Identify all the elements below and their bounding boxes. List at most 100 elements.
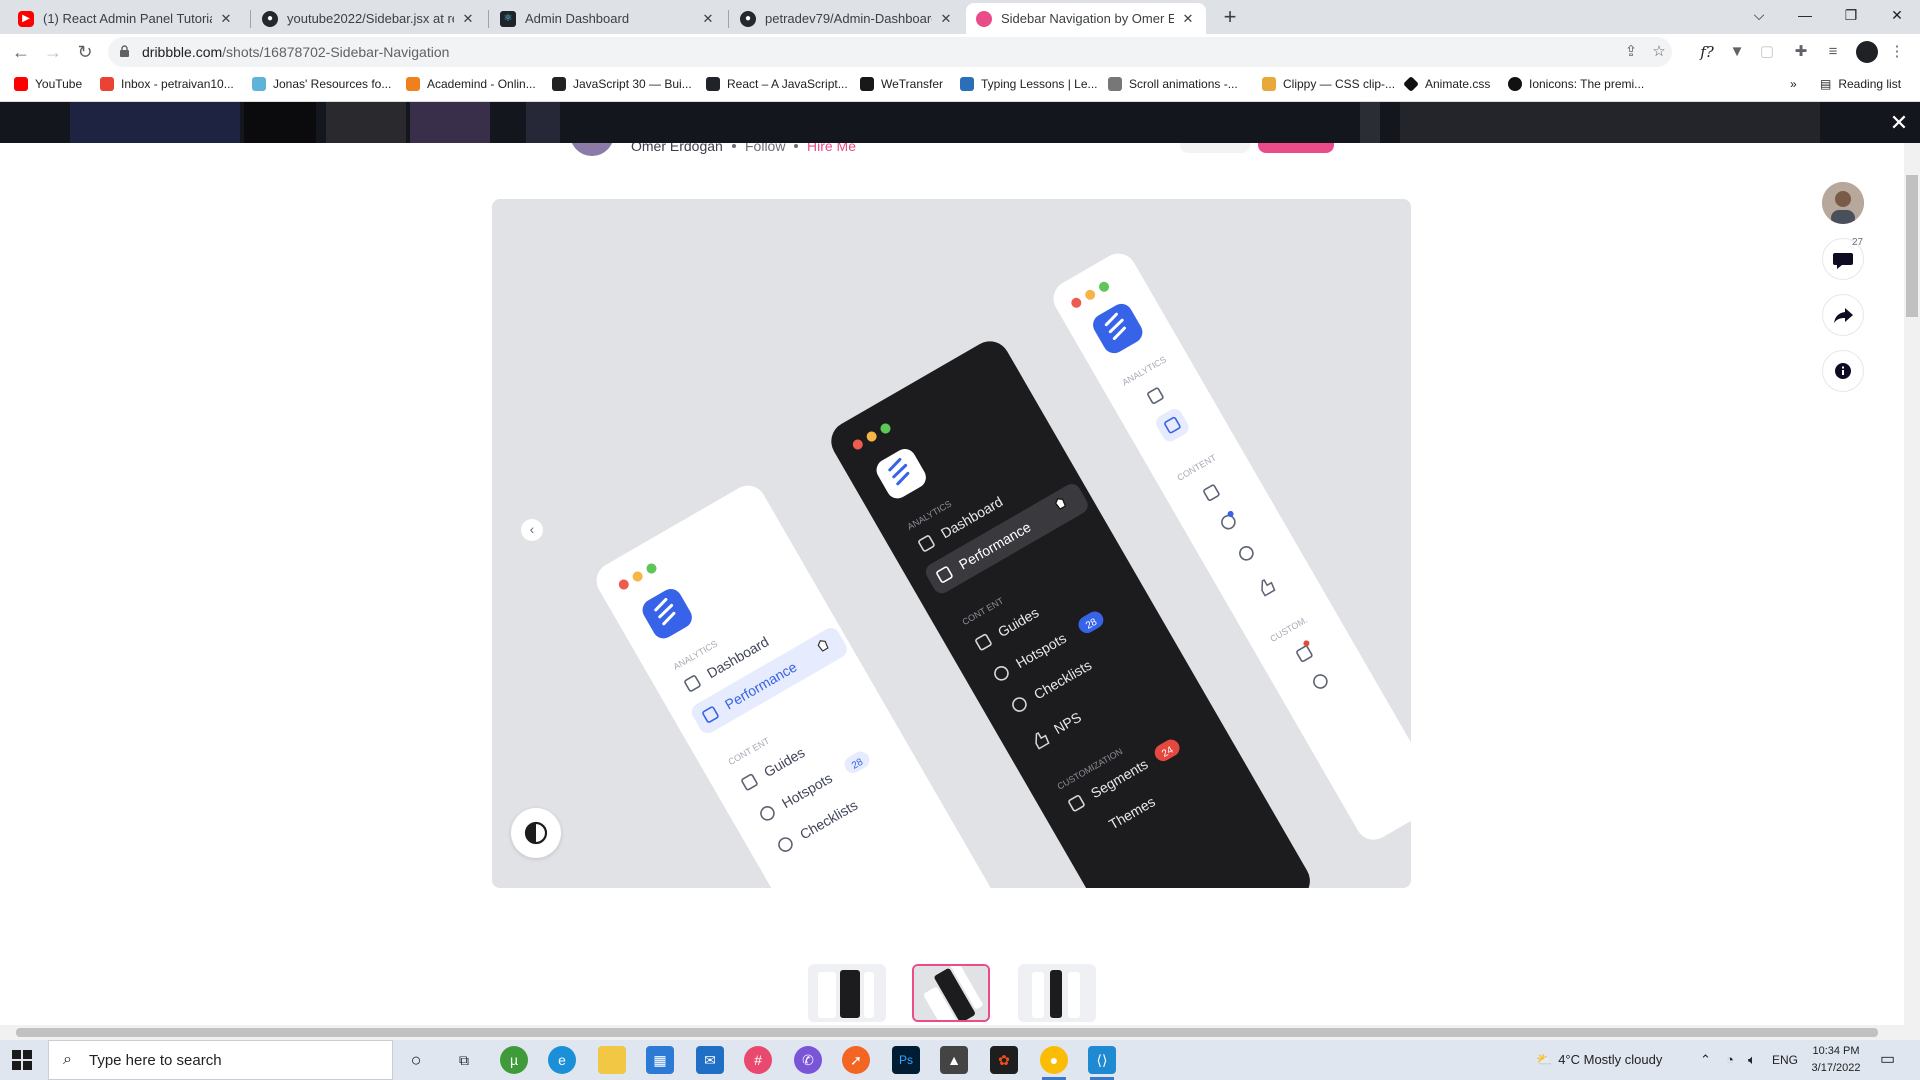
- bookmark-gmail[interactable]: Inbox - petraivan10...: [100, 77, 234, 91]
- bookmark-scroll-animations[interactable]: Scroll animations -...: [1108, 77, 1238, 91]
- background-shot: [70, 102, 240, 143]
- bookmarks-bar: YouTube Inbox - petraivan10... Jonas' Re…: [0, 70, 1920, 102]
- sidebar-navigation-artwork: ANALYTICS Dashboard Performance CONT ENT…: [596, 253, 1411, 888]
- tab-dribbble[interactable]: Sidebar Navigation by Omer Erd ✕: [966, 3, 1206, 34]
- network-icon[interactable]: ◔: [1726, 1040, 1734, 1080]
- edge-icon[interactable]: e: [548, 1046, 576, 1074]
- info-button[interactable]: [1822, 350, 1864, 392]
- back-button[interactable]: ←: [8, 39, 34, 65]
- clippy-icon: [1262, 77, 1276, 91]
- wetransfer-icon: [860, 77, 874, 91]
- vertical-scrollbar-thumb[interactable]: [1906, 175, 1918, 317]
- tab-github-admin[interactable]: ● petradev79/Admin-Dashboard ✕: [730, 3, 964, 34]
- task-view-icon[interactable]: ⧉: [450, 1046, 478, 1074]
- horizontal-scrollbar-thumb[interactable]: [16, 1028, 1878, 1037]
- language-indicator[interactable]: ENG: [1772, 1040, 1798, 1080]
- js30-icon: [552, 77, 566, 91]
- bookmark-youtube[interactable]: YouTube: [14, 77, 82, 91]
- bookmark-label: JavaScript 30 — Bui...: [573, 77, 692, 91]
- window-close-button[interactable]: ✕: [1874, 0, 1920, 30]
- shot-thumbnail-1[interactable]: [808, 964, 886, 1022]
- menu-kebab-icon[interactable]: ⋮: [1886, 41, 1908, 63]
- address-bar[interactable]: dribbble.com/shots/16878702-Sidebar-Navi…: [108, 37, 1672, 67]
- tab-admin-dashboard[interactable]: ⚛ Admin Dashboard ✕: [490, 3, 726, 34]
- thumbnail-preview: [1032, 970, 1080, 1018]
- notifications-icon[interactable]: ▭: [1880, 1040, 1895, 1080]
- weather-widget[interactable]: ⛅ 4°C Mostly cloudy: [1536, 1040, 1662, 1080]
- info-icon: [1835, 363, 1851, 379]
- bookmark-label: React – A JavaScript...: [727, 77, 848, 91]
- tab-title: Sidebar Navigation by Omer Erd: [1001, 11, 1174, 26]
- volume-icon[interactable]: 🔈︎: [1748, 1040, 1756, 1080]
- close-icon[interactable]: ✕: [218, 11, 234, 27]
- restore-button[interactable]: ❐: [1828, 0, 1874, 30]
- browser-toolbar: ← → ↻ dribbble.com/shots/16878702-Sideba…: [0, 34, 1920, 70]
- bookmark-ionicons[interactable]: Ionicons: The premi...: [1508, 77, 1644, 91]
- bookmark-label: Inbox - petraivan10...: [121, 77, 234, 91]
- postman-icon[interactable]: ➚: [842, 1046, 870, 1074]
- tab-youtube[interactable]: ▶ (1) React Admin Panel Tutorial | R ✕: [8, 3, 244, 34]
- bookmark-jonas[interactable]: Jonas' Resources fo...: [252, 77, 391, 91]
- share-button[interactable]: [1822, 294, 1864, 336]
- bookmark-react[interactable]: React – A JavaScript...: [706, 77, 848, 91]
- utorrent-icon[interactable]: µ: [500, 1046, 528, 1074]
- slack-icon[interactable]: #: [744, 1046, 772, 1074]
- save-button[interactable]: [1180, 143, 1250, 153]
- file-explorer-icon[interactable]: [598, 1046, 626, 1074]
- like-button[interactable]: [1258, 143, 1334, 153]
- profile-avatar[interactable]: [1856, 41, 1878, 63]
- inkscape-icon[interactable]: ▲: [940, 1046, 968, 1074]
- taskbar-clock[interactable]: 10:34 PM 3/17/2022: [1806, 1043, 1866, 1077]
- store-icon[interactable]: ▦: [646, 1046, 674, 1074]
- clock-time: 10:34 PM: [1812, 1045, 1860, 1057]
- close-icon[interactable]: ✕: [1180, 11, 1196, 27]
- photoshop-icon[interactable]: Ps: [892, 1046, 920, 1074]
- viber-icon[interactable]: ✆: [794, 1046, 822, 1074]
- close-icon[interactable]: ✕: [700, 11, 716, 27]
- mail-icon[interactable]: ✉: [696, 1046, 724, 1074]
- animate-icon: [1403, 76, 1419, 92]
- tab-search-button[interactable]: ⌵: [1736, 0, 1782, 30]
- bookmark-animate[interactable]: Animate.css: [1403, 76, 1490, 92]
- reading-list-icon[interactable]: ≡: [1822, 41, 1844, 63]
- font-finder-extension-icon[interactable]: f?: [1696, 41, 1718, 63]
- figma-icon[interactable]: ✿: [990, 1046, 1018, 1074]
- bookmark-star-icon[interactable]: ☆: [1648, 41, 1670, 63]
- close-icon[interactable]: ✕: [938, 11, 954, 27]
- extensions-puzzle-icon[interactable]: ✚: [1790, 41, 1812, 63]
- cortana-icon[interactable]: ○: [402, 1046, 430, 1074]
- designer-avatar[interactable]: [1822, 182, 1864, 224]
- tab-title: Admin Dashboard: [525, 11, 630, 26]
- reload-button[interactable]: ↻: [72, 39, 98, 65]
- bookmark-typing[interactable]: Typing Lessons | Le...: [960, 77, 1098, 91]
- bookmarks-overflow-button[interactable]: »: [1790, 77, 1797, 91]
- previous-image-button[interactable]: ‹: [521, 519, 543, 541]
- reading-list-button[interactable]: ▤ Reading list: [1820, 77, 1901, 91]
- tab-github-sidebar[interactable]: ● youtube2022/Sidebar.jsx at react ✕: [252, 3, 486, 34]
- react-icon: ⚛: [500, 10, 516, 27]
- chrome-icon[interactable]: ●: [1040, 1046, 1068, 1080]
- tray-chevron-icon[interactable]: ⌃: [1700, 1040, 1711, 1080]
- close-icon[interactable]: ✕: [460, 11, 476, 27]
- close-shot-button[interactable]: ✕: [1886, 110, 1912, 136]
- tab-title: petradev79/Admin-Dashboard: [765, 11, 932, 26]
- share-arrow-icon: [1834, 308, 1853, 323]
- share-icon[interactable]: ⇪: [1620, 41, 1642, 63]
- extension-placeholder-icon[interactable]: ▢: [1756, 41, 1778, 63]
- minimize-button[interactable]: —: [1782, 0, 1828, 30]
- forward-button[interactable]: →: [40, 39, 66, 65]
- taskbar-search-input[interactable]: ⌕ Type here to search: [48, 1040, 393, 1080]
- windows-start-icon[interactable]: [12, 1050, 32, 1070]
- shot-thumbnail-3[interactable]: [1018, 964, 1096, 1022]
- bookmark-clippy[interactable]: Clippy — CSS clip-...: [1262, 77, 1395, 91]
- bookmark-label: Jonas' Resources fo...: [273, 77, 392, 91]
- bookmark-wetransfer[interactable]: WeTransfer: [860, 77, 943, 91]
- shot-thumbnail-2[interactable]: [912, 964, 990, 1022]
- bookmark-academind[interactable]: Academind - Onlin...: [406, 77, 536, 91]
- bookmark-javascript30[interactable]: JavaScript 30 — Bui...: [552, 77, 692, 91]
- vue-devtools-extension-icon[interactable]: ▼: [1726, 41, 1748, 63]
- vscode-icon[interactable]: ⟨⟩: [1088, 1046, 1116, 1080]
- theme-toggle-button[interactable]: [511, 808, 561, 858]
- new-tab-button[interactable]: +: [1216, 4, 1244, 32]
- github-icon: ●: [740, 10, 756, 27]
